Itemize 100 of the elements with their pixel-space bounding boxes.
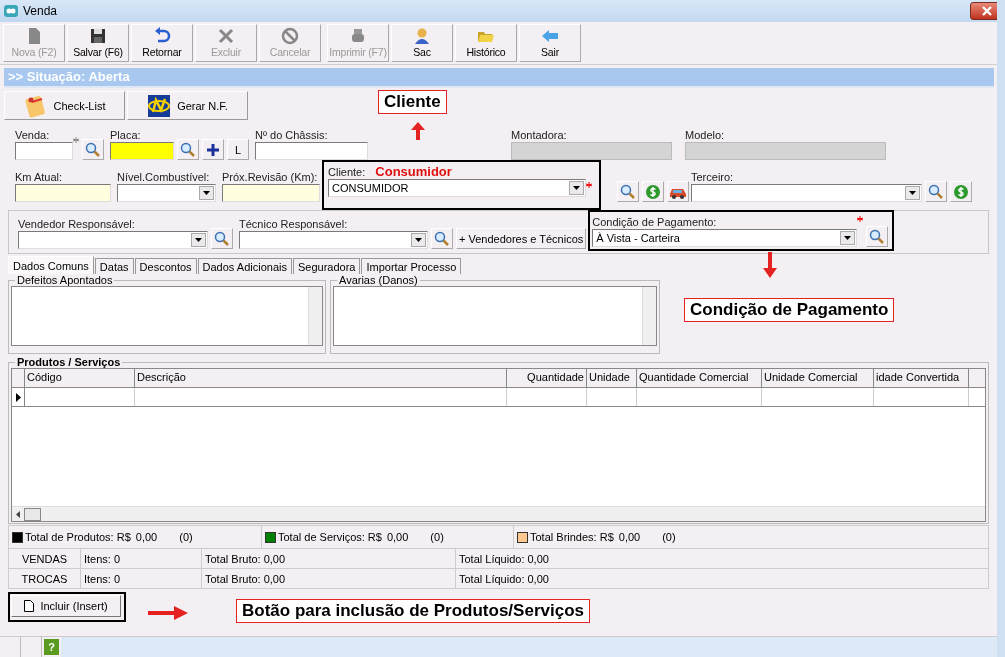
scroll-thumb[interactable]: [24, 507, 41, 521]
group-title: Avarias (Danos): [338, 274, 419, 286]
toolbar-button[interactable]: Histórico: [455, 24, 517, 62]
total-label: Total de Serviços: R$: [278, 531, 382, 543]
total-value: 0,00: [386, 531, 409, 543]
tab[interactable]: Importar Processo: [361, 258, 462, 274]
horizontal-scrollbar[interactable]: [12, 506, 985, 521]
person-icon: [413, 27, 431, 45]
field-label: Venda:: [15, 128, 51, 142]
annotation-label: Cliente: [378, 90, 447, 114]
summary-cell-text: Total Líquido: 0,00: [458, 551, 550, 567]
tab[interactable]: Dados Adicionais: [197, 258, 292, 274]
dropdown[interactable]: [239, 231, 428, 249]
sellers-button[interactable]: + Vendedores e Técnicos: [456, 228, 587, 249]
tab[interactable]: Dados Comuns: [8, 256, 94, 274]
toolbar-button[interactable]: Sair: [519, 24, 581, 62]
column-header[interactable]: Descrição: [135, 369, 507, 387]
search-button[interactable]: [925, 181, 947, 202]
total-count: (0): [179, 531, 193, 543]
search-button[interactable]: [431, 228, 453, 249]
caret-icon: [909, 191, 916, 195]
tab[interactable]: Datas: [94, 258, 134, 274]
toolbar-button[interactable]: Retornar: [131, 24, 193, 62]
search-icon: [434, 230, 450, 247]
plus-icon: [206, 142, 220, 157]
search-icon: [928, 183, 944, 200]
field-label: Condição de Pagamento:: [592, 215, 718, 229]
column-header[interactable]: idade Convertida: [874, 369, 969, 387]
action-button[interactable]: Check-List: [4, 91, 125, 120]
money-button[interactable]: [642, 181, 664, 202]
products-grid[interactable]: Código Descrição Quantidade Unidade Quantidade Comercial Unidade Comercial idade Convertida: [11, 368, 986, 522]
input-field[interactable]: [15, 184, 111, 202]
app-icon: [3, 3, 19, 19]
search-icon: [214, 230, 230, 247]
summary-cell-text: Total Líquido: 0,00: [458, 571, 550, 587]
search-button[interactable]: [177, 139, 199, 160]
car-button[interactable]: [667, 181, 689, 202]
total-value: 0,00: [135, 531, 158, 543]
tab[interactable]: Descontos: [134, 258, 197, 274]
field-label: Placa:: [110, 128, 142, 142]
group-title: Produtos / Serviços: [16, 356, 122, 368]
annotation-label: Botão para inclusão de Produtos/Serviços: [236, 599, 590, 623]
toolbar-button[interactable]: Salvar (F6): [67, 24, 129, 62]
input-field[interactable]: [222, 184, 320, 202]
search-button[interactable]: [82, 139, 104, 160]
search-button[interactable]: [617, 181, 639, 202]
window-title: Venda: [23, 4, 58, 18]
dropdown[interactable]: À Vista - Carteira: [592, 229, 858, 247]
tab[interactable]: Seguradora: [292, 258, 361, 274]
caret-icon: [573, 186, 580, 190]
dollar-coin-icon: [953, 183, 969, 200]
caret-icon: [195, 238, 202, 242]
invoice-logo-icon: [147, 93, 172, 118]
column-header[interactable]: Unidade: [587, 369, 637, 387]
search-button[interactable]: [211, 228, 233, 249]
dropdown[interactable]: [691, 184, 922, 202]
money-button[interactable]: [950, 181, 972, 202]
text-area[interactable]: [11, 286, 323, 346]
field-label: Modelo:: [685, 128, 726, 142]
arrow-icon: [148, 606, 188, 620]
column-header[interactable]: Quantidade Comercial: [637, 369, 762, 387]
annotation-text: Consumidor: [375, 164, 452, 179]
field-label: Técnico Responsável:: [239, 217, 349, 231]
dropdown[interactable]: [18, 231, 208, 249]
cross-icon: [217, 27, 235, 45]
search-icon: [869, 228, 886, 245]
include-button[interactable]: Incluir (Insert): [11, 595, 121, 617]
caret-icon: [415, 238, 422, 242]
arrow-icon: [411, 122, 425, 140]
search-icon: [620, 183, 636, 200]
total-label: Total de Produtos: R$: [25, 531, 131, 543]
column-header[interactable]: Unidade Comercial: [762, 369, 874, 387]
action-button[interactable]: Gerar N.F.: [127, 91, 248, 120]
search-icon: [180, 141, 196, 158]
total-count: (0): [430, 531, 444, 543]
column-header[interactable]: Código: [25, 369, 135, 387]
summary-cell: Itens: 0: [81, 549, 202, 568]
text-area[interactable]: [333, 286, 657, 346]
close-icon: [980, 6, 993, 16]
dropdown[interactable]: CONSUMIDOR: [328, 179, 586, 197]
document-icon: [24, 600, 35, 612]
input-field[interactable]: [15, 142, 73, 160]
field-label: Montadora:: [511, 128, 568, 142]
caret-icon: [203, 191, 210, 195]
column-header[interactable]: Quantidade: [507, 369, 587, 387]
close-button[interactable]: [970, 2, 997, 20]
search-button[interactable]: [866, 226, 889, 247]
scroll-left-icon: [16, 510, 20, 518]
l-button[interactable]: L: [227, 139, 249, 160]
field-label: Cliente:: [328, 165, 366, 179]
printer-icon: [349, 27, 367, 45]
field-label: Nº do Châssis:: [255, 128, 329, 142]
group-title: Defeitos Apontados: [16, 274, 114, 286]
input-field[interactable]: [255, 142, 368, 160]
dropdown[interactable]: [117, 184, 216, 202]
arrow-left-icon: [541, 27, 559, 45]
add-button[interactable]: [202, 139, 224, 160]
total-count: (0): [662, 531, 676, 543]
toolbar-button[interactable]: Sac: [391, 24, 453, 62]
input-field[interactable]: [110, 142, 174, 160]
